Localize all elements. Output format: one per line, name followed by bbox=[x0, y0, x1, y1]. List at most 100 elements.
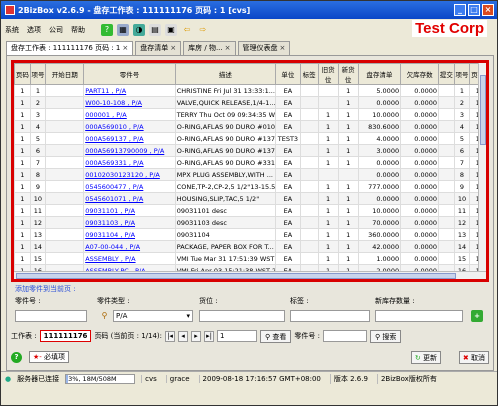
menu-help[interactable]: 帮助 bbox=[71, 25, 85, 35]
menu-system[interactable]: 系统 bbox=[5, 25, 19, 35]
table-cell[interactable] bbox=[299, 216, 319, 229]
table-cell[interactable]: 09031101 , P/A bbox=[83, 204, 176, 217]
column-header[interactable]: 项号 bbox=[29, 63, 47, 85]
tile-icon[interactable]: ▣ bbox=[165, 24, 177, 36]
table-cell[interactable]: 3.0000 bbox=[357, 144, 402, 157]
column-header[interactable]: 提交 bbox=[438, 63, 455, 85]
table-cell[interactable]: 360.0000 bbox=[357, 228, 402, 241]
table-cell[interactable]: W00-10-108 , P/A bbox=[83, 96, 176, 109]
part-search-input[interactable] bbox=[322, 330, 367, 342]
table-row[interactable]: 1 14 A07-00-044 , P/A PACKAGE, PAPER BOX FO… bbox=[14, 240, 486, 253]
table-cell[interactable]: 1 bbox=[337, 132, 359, 145]
tab-warehouse[interactable]: 库房 / 物... × bbox=[183, 41, 236, 55]
tab-inventory-list[interactable]: 盘存清单 × bbox=[135, 41, 182, 55]
column-header[interactable]: 描述 bbox=[174, 63, 277, 85]
table-cell[interactable]: 09031104 , P/A bbox=[83, 228, 176, 241]
scroll-thumb[interactable] bbox=[16, 273, 456, 279]
table-cell[interactable]: 000A569331 , P/A bbox=[83, 156, 176, 169]
table-cell[interactable]: 10.0000 bbox=[357, 204, 402, 217]
worksheet-input[interactable]: 111111176 bbox=[39, 330, 92, 342]
table-cell[interactable]: 1 bbox=[337, 216, 359, 229]
table-cell[interactable]: 1 bbox=[337, 240, 359, 253]
table-cell[interactable]: 0.0000 bbox=[357, 168, 402, 181]
add-part-button[interactable]: + bbox=[471, 310, 483, 322]
table-cell[interactable]: 777.0000 bbox=[357, 180, 402, 193]
table-cell[interactable]: 5.0000 bbox=[357, 84, 402, 97]
table-row[interactable]: 1 1 PART11 , P/A CHRISTINE Fri Jul 31 13:33… bbox=[14, 84, 486, 97]
search-button[interactable]: ⚲ 搜索 bbox=[369, 329, 402, 343]
table-cell[interactable] bbox=[299, 180, 319, 193]
column-header[interactable]: 新货位 bbox=[337, 63, 359, 85]
location-input[interactable] bbox=[199, 310, 285, 322]
table-row[interactable]: 1 4 000A569010 , P/A O-RING,AFLAS 90 DURO #… bbox=[14, 120, 486, 133]
table-cell[interactable]: 1 bbox=[337, 252, 359, 265]
column-header[interactable]: 单位 bbox=[275, 63, 301, 85]
table-cell[interactable]: 1 bbox=[337, 180, 359, 193]
back-arrow-icon[interactable]: ⇦ bbox=[181, 24, 193, 36]
close-icon[interactable]: × bbox=[280, 44, 286, 52]
table-cell[interactable]: 42.0000 bbox=[357, 240, 402, 253]
table-row[interactable]: 1 9 0545600477 , P/A CONE,TP-2,CP-2,5 1/2"1… bbox=[14, 180, 486, 193]
table-cell[interactable] bbox=[299, 168, 319, 181]
table-cell[interactable]: 1 bbox=[337, 96, 359, 109]
column-header[interactable]: 页码 bbox=[14, 63, 31, 85]
page-number-input[interactable]: 1 bbox=[217, 330, 258, 342]
prev-page-button[interactable]: ◂ bbox=[178, 330, 189, 342]
vertical-scrollbar[interactable] bbox=[478, 63, 486, 279]
table-cell[interactable]: 1 bbox=[337, 108, 359, 121]
column-header[interactable]: 旧货位 bbox=[317, 63, 339, 85]
table-cell[interactable] bbox=[299, 192, 319, 205]
table-cell[interactable]: 1 bbox=[337, 192, 359, 205]
forward-arrow-icon[interactable]: ⇨ bbox=[197, 24, 209, 36]
table-cell[interactable] bbox=[299, 240, 319, 253]
horizontal-scrollbar[interactable] bbox=[14, 271, 486, 279]
table-cell[interactable]: 70.0000 bbox=[357, 216, 402, 229]
menu-company[interactable]: 公司 bbox=[49, 25, 63, 35]
table-cell[interactable]: 0.0000 bbox=[357, 96, 402, 109]
table-cell[interactable]: ASSEMBLY , P/A bbox=[83, 252, 176, 265]
table-cell[interactable]: PART11 , P/A bbox=[83, 84, 176, 97]
column-header[interactable]: 欠库存数 bbox=[400, 63, 440, 85]
table-cell[interactable]: 1 bbox=[337, 228, 359, 241]
table-cell[interactable] bbox=[299, 252, 319, 265]
close-window-button[interactable]: × bbox=[482, 4, 494, 16]
tab-worksheet[interactable]: 盘存工作表 : 111111176 页码 : 1 × bbox=[6, 41, 134, 55]
table-cell[interactable]: 00102030123120 , P/A bbox=[83, 168, 176, 181]
table-cell[interactable] bbox=[299, 204, 319, 217]
next-page-button[interactable]: ▸ bbox=[191, 330, 202, 342]
table-cell[interactable]: 000A56913790009 , P/A bbox=[83, 144, 176, 157]
table-cell[interactable] bbox=[299, 84, 319, 97]
tab-dashboard[interactable]: 管理仪表盘 × bbox=[237, 41, 291, 55]
table-cell[interactable] bbox=[299, 156, 319, 169]
close-icon[interactable]: × bbox=[225, 44, 231, 52]
table-cell[interactable]: 1.0000 bbox=[357, 252, 402, 265]
table-cell[interactable]: 09031103 , P/A bbox=[83, 216, 176, 229]
column-header[interactable]: 项号 bbox=[453, 63, 471, 85]
cancel-button[interactable]: ✖ 取消 bbox=[458, 350, 489, 364]
last-page-button[interactable]: ▸| bbox=[204, 330, 215, 342]
table-cell[interactable]: 0.0000 bbox=[357, 192, 402, 205]
table-cell[interactable]: 1 bbox=[337, 156, 359, 169]
table-row[interactable]: 1 13 09031104 , P/A 09031104 EA 1 1 360.0000 0.0… bbox=[14, 228, 486, 241]
table-cell[interactable]: 0545600477 , P/A bbox=[83, 180, 176, 193]
minimize-button[interactable]: _ bbox=[454, 4, 466, 16]
help-icon[interactable]: ? bbox=[11, 351, 22, 363]
help-icon[interactable]: ? bbox=[101, 24, 113, 36]
table-cell[interactable]: 000A569010 , P/A bbox=[83, 120, 176, 133]
tag-input[interactable] bbox=[290, 310, 370, 322]
table-cell[interactable]: 0.0000 bbox=[357, 156, 402, 169]
column-header[interactable]: 标签 bbox=[299, 63, 319, 85]
refresh-icon[interactable]: ◑ bbox=[133, 24, 145, 36]
close-icon[interactable]: × bbox=[170, 44, 176, 52]
table-cell[interactable]: 1 bbox=[337, 144, 359, 157]
table-row[interactable]: 1 7 000A569331 , P/A O-RING,AFLAS 90 DURO #… bbox=[14, 156, 486, 169]
part-type-select[interactable]: P/A ▾ bbox=[113, 310, 193, 322]
table-cell[interactable]: 1 bbox=[337, 120, 359, 133]
close-icon[interactable]: × bbox=[122, 44, 128, 52]
qty-input[interactable] bbox=[375, 310, 463, 322]
search-part-icon[interactable]: ⚲ bbox=[99, 310, 110, 321]
update-button[interactable]: ↻ 更新 bbox=[410, 350, 441, 364]
table-row[interactable]: 1 6 000A56913790009 , P/A O-RING,AFLAS 90 D… bbox=[14, 144, 486, 157]
scroll-thumb[interactable] bbox=[480, 75, 486, 145]
table-cell[interactable] bbox=[299, 132, 319, 145]
